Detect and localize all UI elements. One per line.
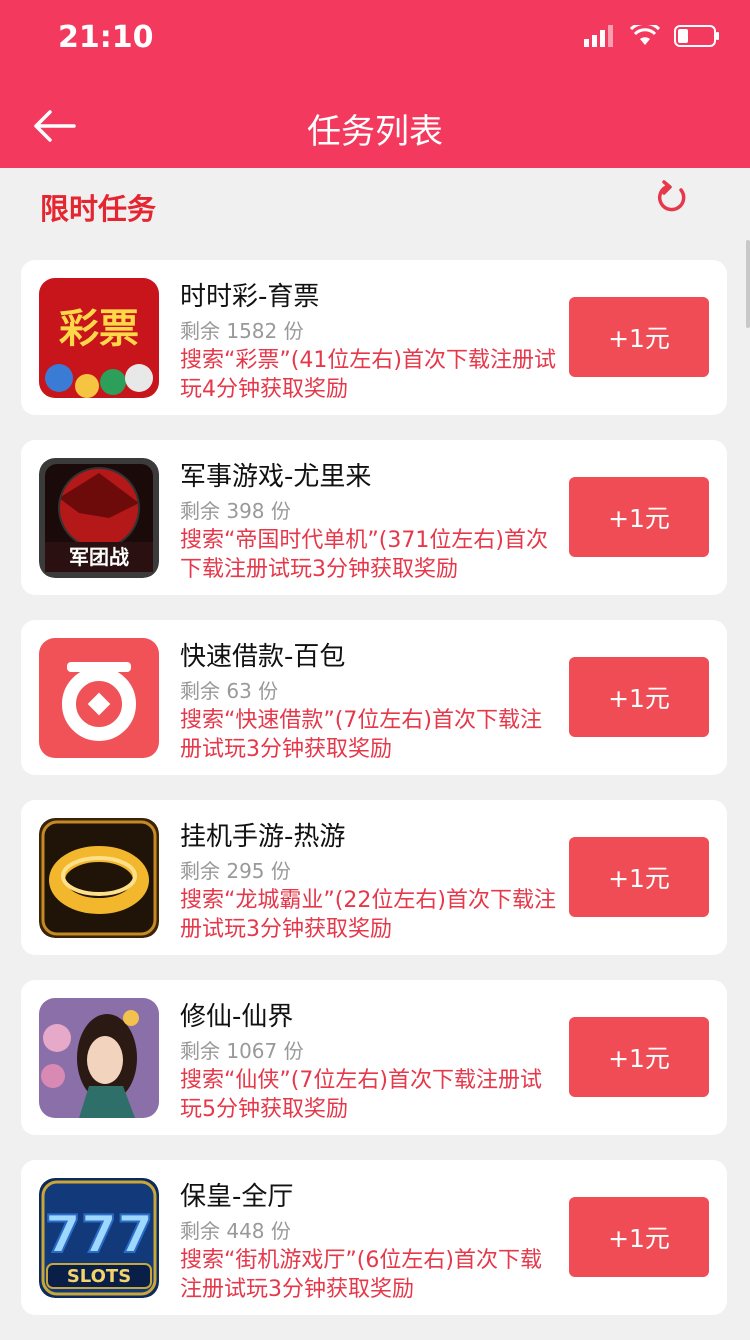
- task-remaining: 剩余 1582 份: [180, 319, 304, 343]
- wifi-icon: [630, 25, 660, 45]
- claim-reward-button[interactable]: +1元: [569, 297, 709, 377]
- task-remaining: 剩余 1067 份: [180, 1039, 304, 1063]
- section-title: 限时任务: [40, 192, 157, 226]
- task-title: 时时彩-育票: [180, 282, 320, 312]
- task-remaining: 剩余 448 份: [180, 1219, 291, 1243]
- lottery-icon-text: 彩票: [59, 306, 139, 352]
- slots-game-icon: 777 SLOTS: [39, 1178, 159, 1298]
- xianxia-game-icon: [39, 998, 159, 1118]
- task-card[interactable]: 修仙-仙界 剩余 1067 份 搜索“仙侠”(7位左右)首次下载注册试玩5分钟获…: [21, 980, 727, 1135]
- lottery-app-icon: 彩票: [39, 278, 159, 398]
- military-icon-text: 军团战: [69, 545, 129, 569]
- task-card[interactable]: 彩票 时时彩-育票 剩余 1582 份 搜索“彩票”(41位左右)首次下载注册试…: [21, 260, 727, 415]
- task-title: 军事游戏-尤里来: [180, 462, 372, 492]
- page-title: 任务列表: [307, 112, 443, 152]
- claim-reward-button[interactable]: +1元: [569, 477, 709, 557]
- claim-reward-button[interactable]: +1元: [569, 837, 709, 917]
- task-remaining: 剩余 295 份: [180, 859, 291, 883]
- task-title: 保皇-全厅: [180, 1182, 294, 1212]
- task-title: 快速借款-百包: [180, 642, 346, 672]
- task-title: 挂机手游-热游: [180, 822, 346, 852]
- refresh-button[interactable]: [654, 180, 690, 216]
- task-remaining: 剩余 398 份: [180, 499, 291, 523]
- signal-icon: [584, 25, 613, 47]
- nav-bar: 任务列表: [0, 84, 750, 168]
- scrollbar[interactable]: [746, 240, 750, 328]
- slots-icon-text: SLOTS: [67, 1266, 131, 1287]
- claim-reward-button[interactable]: +1元: [569, 657, 709, 737]
- svg-text:777: 777: [45, 1205, 154, 1265]
- task-card[interactable]: 挂机手游-热游 剩余 295 份 搜索“龙城霸业”(22位左右)首次下载注册试玩…: [21, 800, 727, 955]
- loan-app-icon: [39, 638, 159, 758]
- task-card[interactable]: 777 SLOTS 保皇-全厅 剩余 448 份 搜索“街机游戏厅”(6位左右)…: [21, 1160, 727, 1315]
- military-game-icon: 军团战: [39, 458, 159, 578]
- task-description: 搜索“彩票”(41位左右)首次下载注册试玩4分钟获取奖励: [180, 348, 556, 402]
- task-title: 修仙-仙界: [180, 1002, 294, 1032]
- status-time: 21:10: [58, 20, 154, 55]
- task-description: 搜索“帝国时代单机”(371位左右)首次下载注册试玩3分钟获取奖励: [180, 528, 548, 582]
- task-card[interactable]: 快速借款-百包 剩余 63 份 搜索“快速借款”(7位左右)首次下载注册试玩3分…: [21, 620, 727, 775]
- claim-reward-button[interactable]: +1元: [569, 1017, 709, 1097]
- status-bar: 21:10: [0, 0, 750, 84]
- task-description: 搜索“快速借款”(7位左右)首次下载注册试玩3分钟获取奖励: [180, 708, 542, 762]
- task-remaining: 剩余 63 份: [180, 679, 279, 703]
- claim-reward-button[interactable]: +1元: [569, 1197, 709, 1277]
- status-icons: [584, 24, 720, 48]
- task-description: 搜索“仙侠”(7位左右)首次下载注册试玩5分钟获取奖励: [180, 1068, 542, 1122]
- section-header: 限时任务: [0, 168, 750, 240]
- task-description: 搜索“街机游戏厅”(6位左右)首次下载注册试玩3分钟获取奖励: [180, 1248, 542, 1302]
- battery-icon: [674, 25, 719, 47]
- task-card[interactable]: 军团战 军事游戏-尤里来 剩余 398 份 搜索“帝国时代单机”(371位左右)…: [21, 440, 727, 595]
- task-list: 彩票 时时彩-育票 剩余 1582 份 搜索“彩票”(41位左右)首次下载注册试…: [21, 260, 727, 1340]
- task-description: 搜索“龙城霸业”(22位左右)首次下载注册试玩3分钟获取奖励: [180, 888, 556, 942]
- idle-game-icon: [39, 818, 159, 938]
- refresh-icon: [657, 180, 686, 212]
